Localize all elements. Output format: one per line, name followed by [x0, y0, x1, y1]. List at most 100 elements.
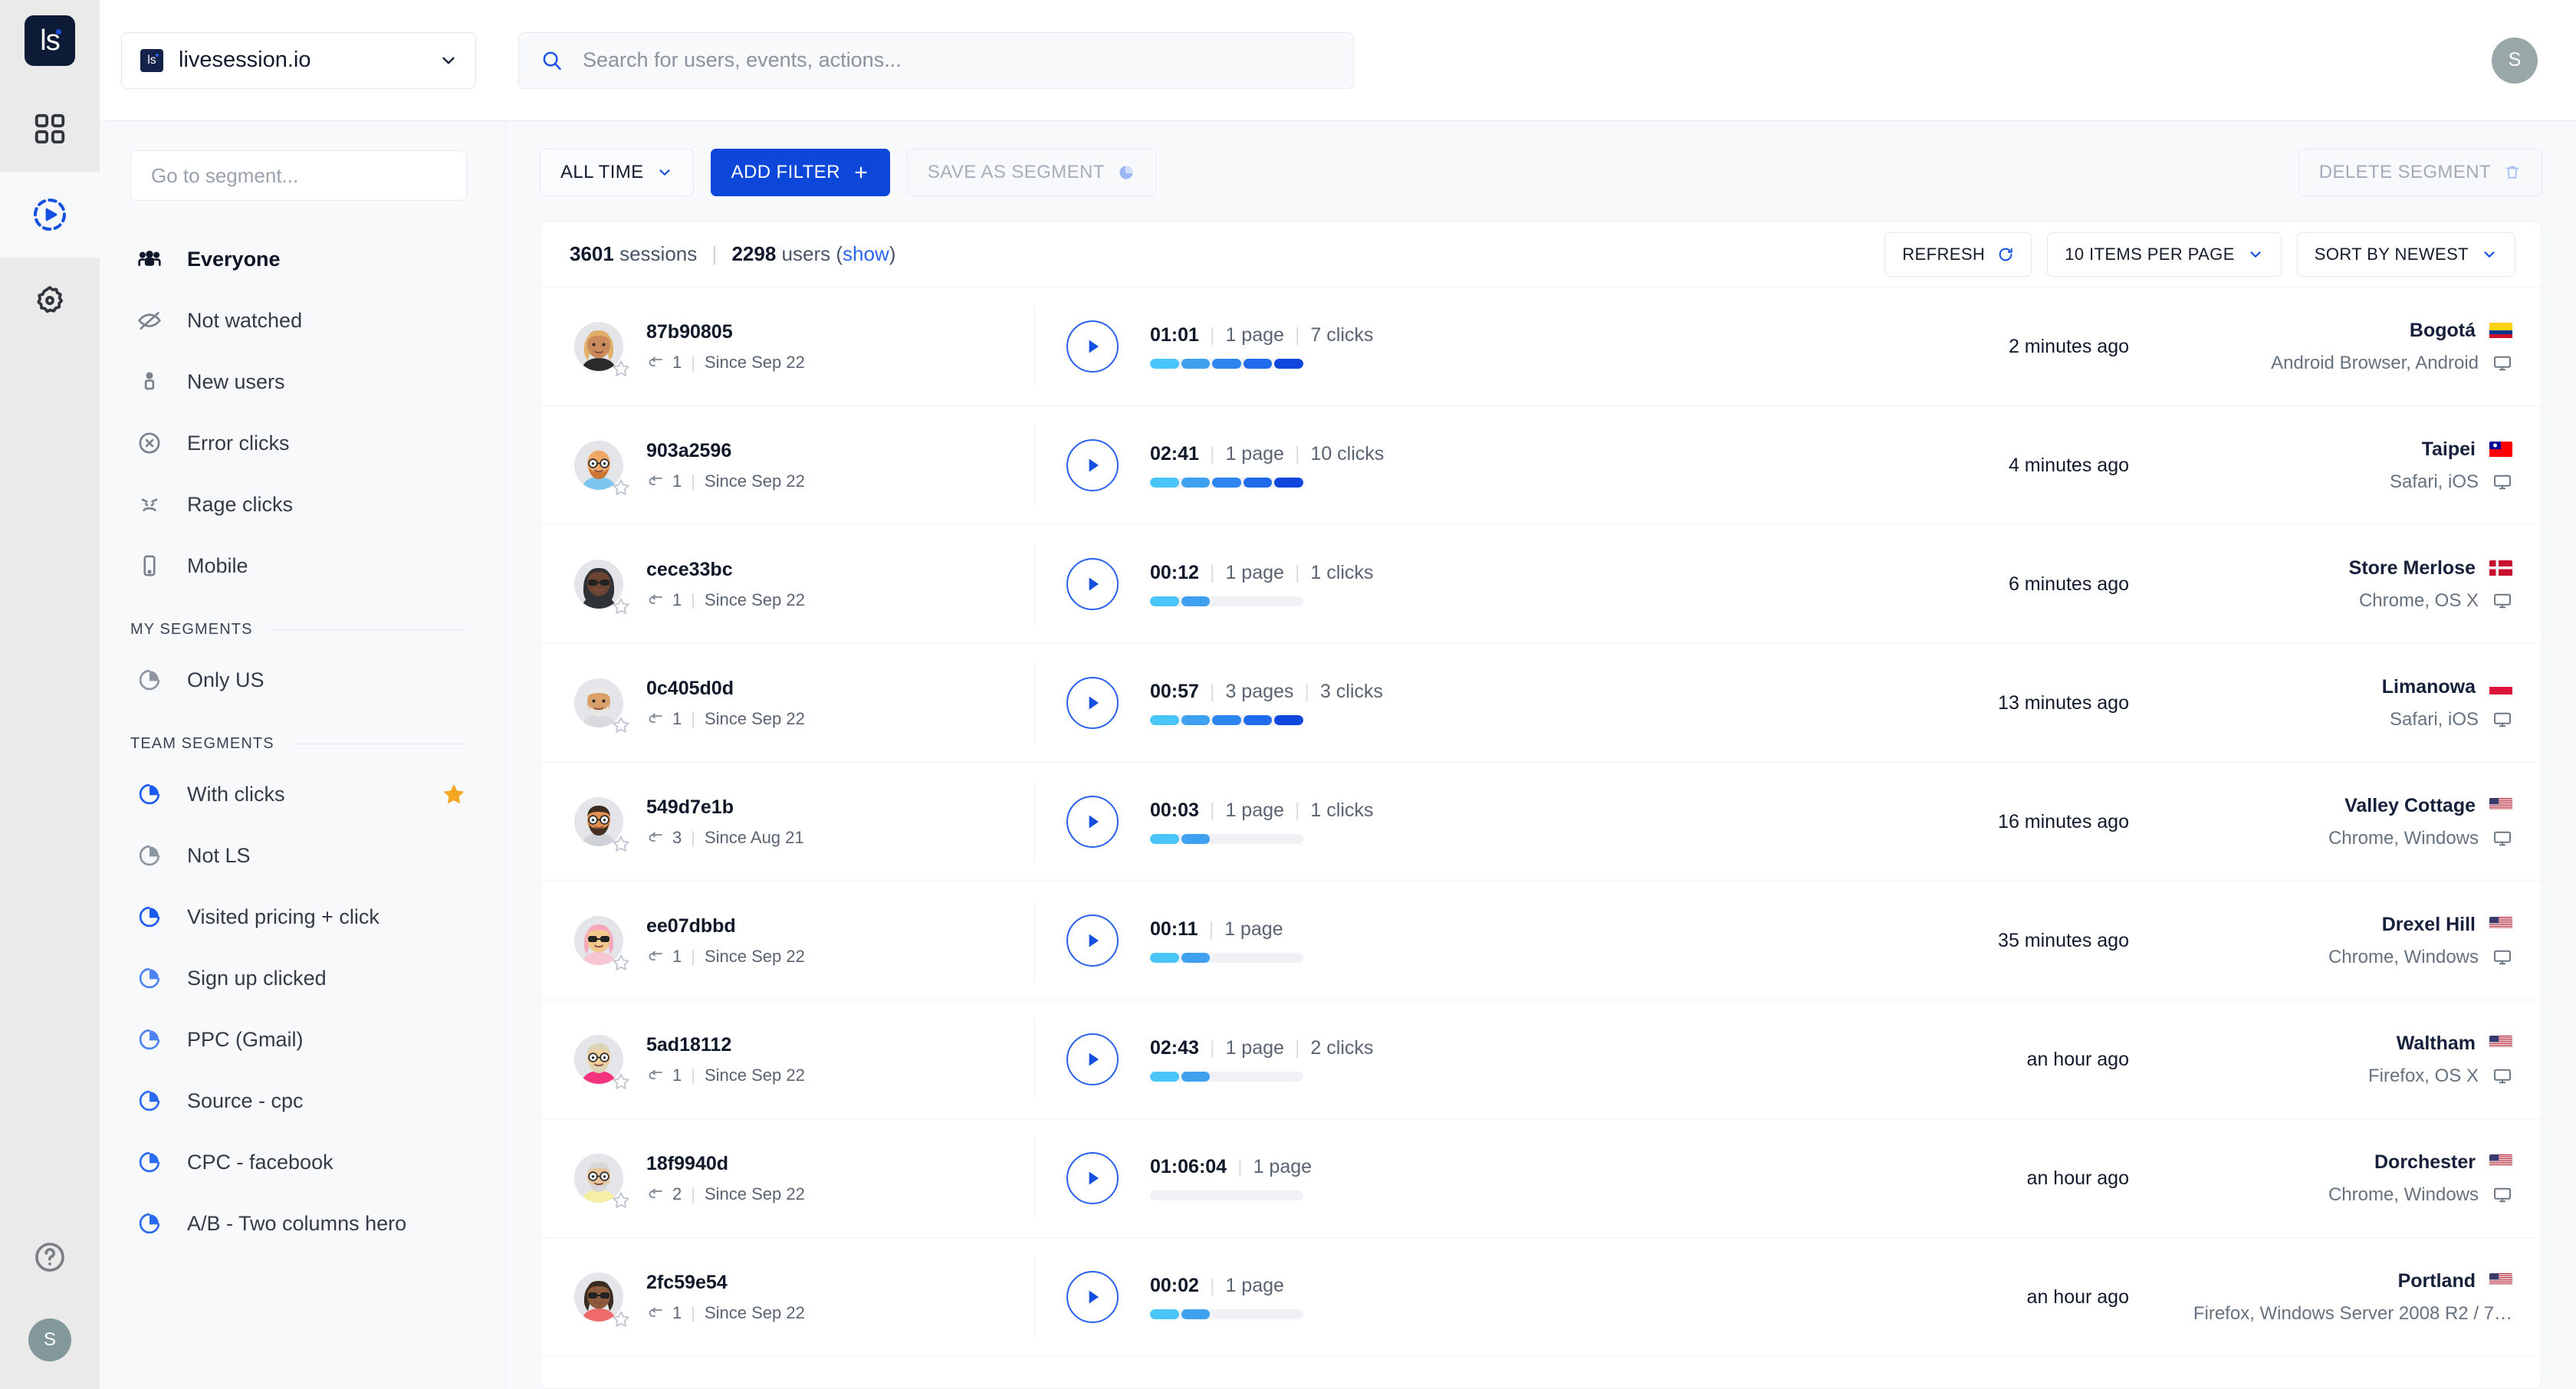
- sidebar-item-ab-two-columns-hero[interactable]: A/B - Two columns hero: [130, 1193, 467, 1254]
- rail-item-settings[interactable]: [0, 258, 100, 343]
- sidebar-item-source-cpc[interactable]: Source - cpc: [130, 1070, 467, 1131]
- location-device-row: Firefox, OS X: [2183, 1066, 2512, 1087]
- favorite-star-icon[interactable]: [611, 715, 631, 735]
- favorite-star-icon[interactable]: [611, 596, 631, 616]
- play-session-button[interactable]: [1066, 677, 1119, 729]
- rail-item-session-replay[interactable]: [0, 172, 100, 258]
- session-row[interactable]: 5ad18112 1 | Since Sep 22 02:43 | 1 page | 2 cli…: [540, 1000, 2542, 1119]
- session-user[interactable]: 2fc59e54 1 | Since Sep 22: [574, 1272, 1034, 1327]
- session-user[interactable]: cece33bc 1 | Since Sep 22: [574, 559, 1034, 614]
- session-user[interactable]: 5ad18112 1 | Since Sep 22: [574, 1034, 1034, 1089]
- favorite-star-icon[interactable]: [611, 953, 631, 973]
- sidebar-item-visited-pricing-click[interactable]: Visited pricing + click: [130, 886, 467, 947]
- play-session-button[interactable]: [1066, 558, 1119, 610]
- session-user[interactable]: 549d7e1b 3 | Since Aug 21: [574, 796, 1034, 852]
- pie-chart-icon: [136, 1026, 170, 1052]
- stat-separator: |: [1294, 1037, 1300, 1059]
- sidebar-item-new-users[interactable]: New users: [130, 351, 467, 412]
- add-filter-label: ADD FILTER: [731, 162, 840, 182]
- sidebar-item-not-ls[interactable]: Not LS: [130, 825, 467, 886]
- delete-segment-label: DELETE SEGMENT: [2318, 162, 2491, 182]
- save-as-segment-button[interactable]: SAVE AS SEGMENT: [906, 149, 1156, 196]
- session-pages: 1 page: [1225, 800, 1284, 821]
- session-user[interactable]: 903a2596 1 | Since Sep 22: [574, 440, 1034, 495]
- session-row[interactable]: cece33bc 1 | Since Sep 22 00:12 | 1 page | 1 cli…: [540, 525, 2542, 644]
- session-stats: 00:03 | 1 page | 1 clicks: [1150, 800, 1753, 844]
- session-row[interactable]: 2fc59e54 1 | Since Sep 22 00:02 | 1 page an hou…: [540, 1238, 2542, 1357]
- session-row[interactable]: 0c405d0d 1 | Since Sep 22 00:57 | 3 pages | 3 cl…: [540, 644, 2542, 763]
- rail-user-avatar[interactable]: S: [28, 1318, 71, 1361]
- sidebar-item-error-clicks[interactable]: Error clicks: [130, 412, 467, 474]
- favorite-star-icon[interactable]: [611, 1190, 631, 1210]
- refresh-button[interactable]: REFRESH: [1884, 232, 2032, 277]
- site-selector[interactable]: ls livesession.io: [121, 31, 476, 89]
- sort-dropdown[interactable]: SORT BY NEWEST: [2296, 232, 2515, 277]
- session-device: Android Browser, Android: [2271, 352, 2479, 373]
- sidebar-item-ppc-gmail[interactable]: PPC (Gmail): [130, 1009, 467, 1070]
- account-avatar[interactable]: S: [2492, 37, 2538, 84]
- sidebar-item-rage-clicks[interactable]: Rage clicks: [130, 474, 467, 535]
- engagement-bar: [1150, 359, 1303, 369]
- items-per-page-label: 10 ITEMS PER PAGE: [2065, 244, 2235, 264]
- session-user[interactable]: 87b90805 1 | Since Sep 22: [574, 321, 1034, 376]
- play-session-button[interactable]: [1066, 1271, 1119, 1323]
- session-row[interactable]: 903a2596 1 | Since Sep 22 02:41 | 1 page | 10 cl…: [540, 406, 2542, 525]
- engagement-bar: [1150, 478, 1303, 488]
- segment-search-input[interactable]: Go to segment...: [130, 150, 467, 201]
- sessions-card-header: 3601 sessions | 2298 users (show) REFRES…: [540, 222, 2542, 287]
- star-icon[interactable]: [441, 781, 467, 807]
- session-user[interactable]: ee07dbbd 1 | Since Sep 22: [574, 915, 1034, 970]
- user-text: ee07dbbd 1 | Since Sep 22: [646, 915, 805, 967]
- location-city: Taipei: [2421, 438, 2476, 460]
- sidebar-item-only-us[interactable]: Only US: [130, 649, 467, 711]
- country-flag-icon: [2489, 322, 2512, 339]
- stat-separator: |: [1294, 443, 1300, 465]
- return-visits-count: 1: [672, 589, 682, 609]
- play-session-button[interactable]: [1066, 439, 1119, 491]
- play-session-button[interactable]: [1066, 320, 1119, 373]
- session-stats: 02:41 | 1 page | 10 clicks: [1150, 443, 1753, 488]
- sidebar-item-not-watched[interactable]: Not watched: [130, 290, 467, 351]
- sidebar-item-sign-up-clicked[interactable]: Sign up clicked: [130, 947, 467, 1009]
- global-search[interactable]: Search for users, events, actions...: [518, 31, 1354, 89]
- add-filter-button[interactable]: ADD FILTER: [710, 149, 890, 196]
- sidebar-item-mobile[interactable]: Mobile: [130, 535, 467, 596]
- segment-search-placeholder: Go to segment...: [151, 163, 299, 187]
- session-device: Firefox, Windows Server 2008 R2 / 7…: [2193, 1302, 2512, 1324]
- session-device: Chrome, Windows: [2328, 1184, 2479, 1205]
- favorite-star-icon[interactable]: [611, 834, 631, 854]
- sidebar-item-cpc-facebook[interactable]: CPC - facebook: [130, 1131, 467, 1193]
- user-text: 18f9940d 2 | Since Sep 22: [646, 1153, 805, 1204]
- items-per-page-dropdown[interactable]: 10 ITEMS PER PAGE: [2047, 232, 2282, 277]
- favorite-star-icon[interactable]: [611, 359, 631, 379]
- user-meta: 1 | Since Sep 22: [646, 590, 805, 610]
- session-row[interactable]: ee07dbbd 1 | Since Sep 22 00:11 | 1 page 35 min…: [540, 882, 2542, 1000]
- play-session-button[interactable]: [1066, 1152, 1119, 1204]
- session-row[interactable]: 549d7e1b 3 | Since Aug 21 00:03 | 1 page | 1 cli…: [540, 763, 2542, 882]
- session-row[interactable]: 87b90805 1 | Since Sep 22 01:01 | 1 page | 7 cli…: [540, 287, 2542, 406]
- sidebar-item-everyone[interactable]: Everyone: [130, 228, 467, 290]
- delete-segment-button[interactable]: DELETE SEGMENT: [2298, 149, 2542, 196]
- user-since: Since Sep 22: [704, 946, 805, 966]
- sidebar-item-label: Visited pricing + click: [187, 905, 380, 928]
- favorite-star-icon[interactable]: [611, 1309, 631, 1329]
- time-range-dropdown[interactable]: ALL TIME: [540, 149, 694, 196]
- play-session-button[interactable]: [1066, 1033, 1119, 1085]
- session-row[interactable]: 18f9940d 2 | Since Sep 22 01:06:04 | 1 page an …: [540, 1119, 2542, 1238]
- location-device-row: Chrome, Windows: [2183, 828, 2512, 849]
- sidebar-item-with-clicks[interactable]: With clicks: [130, 763, 467, 825]
- show-users-link[interactable]: show: [843, 242, 889, 265]
- favorite-star-icon[interactable]: [611, 1072, 631, 1092]
- session-user[interactable]: 18f9940d 2 | Since Sep 22: [574, 1153, 1034, 1208]
- help-icon[interactable]: [33, 1240, 67, 1274]
- play-cell: [1035, 1271, 1150, 1323]
- session-clicks: 3 clicks: [1319, 681, 1383, 702]
- session-user[interactable]: 0c405d0d 1 | Since Sep 22: [574, 678, 1034, 733]
- avatar: [574, 1035, 629, 1089]
- play-session-button[interactable]: [1066, 915, 1119, 967]
- favorite-star-icon[interactable]: [611, 478, 631, 497]
- stat-separator: |: [1294, 800, 1300, 821]
- engagement-bar: [1150, 1309, 1303, 1319]
- rail-item-apps[interactable]: [0, 86, 100, 172]
- play-session-button[interactable]: [1066, 796, 1119, 848]
